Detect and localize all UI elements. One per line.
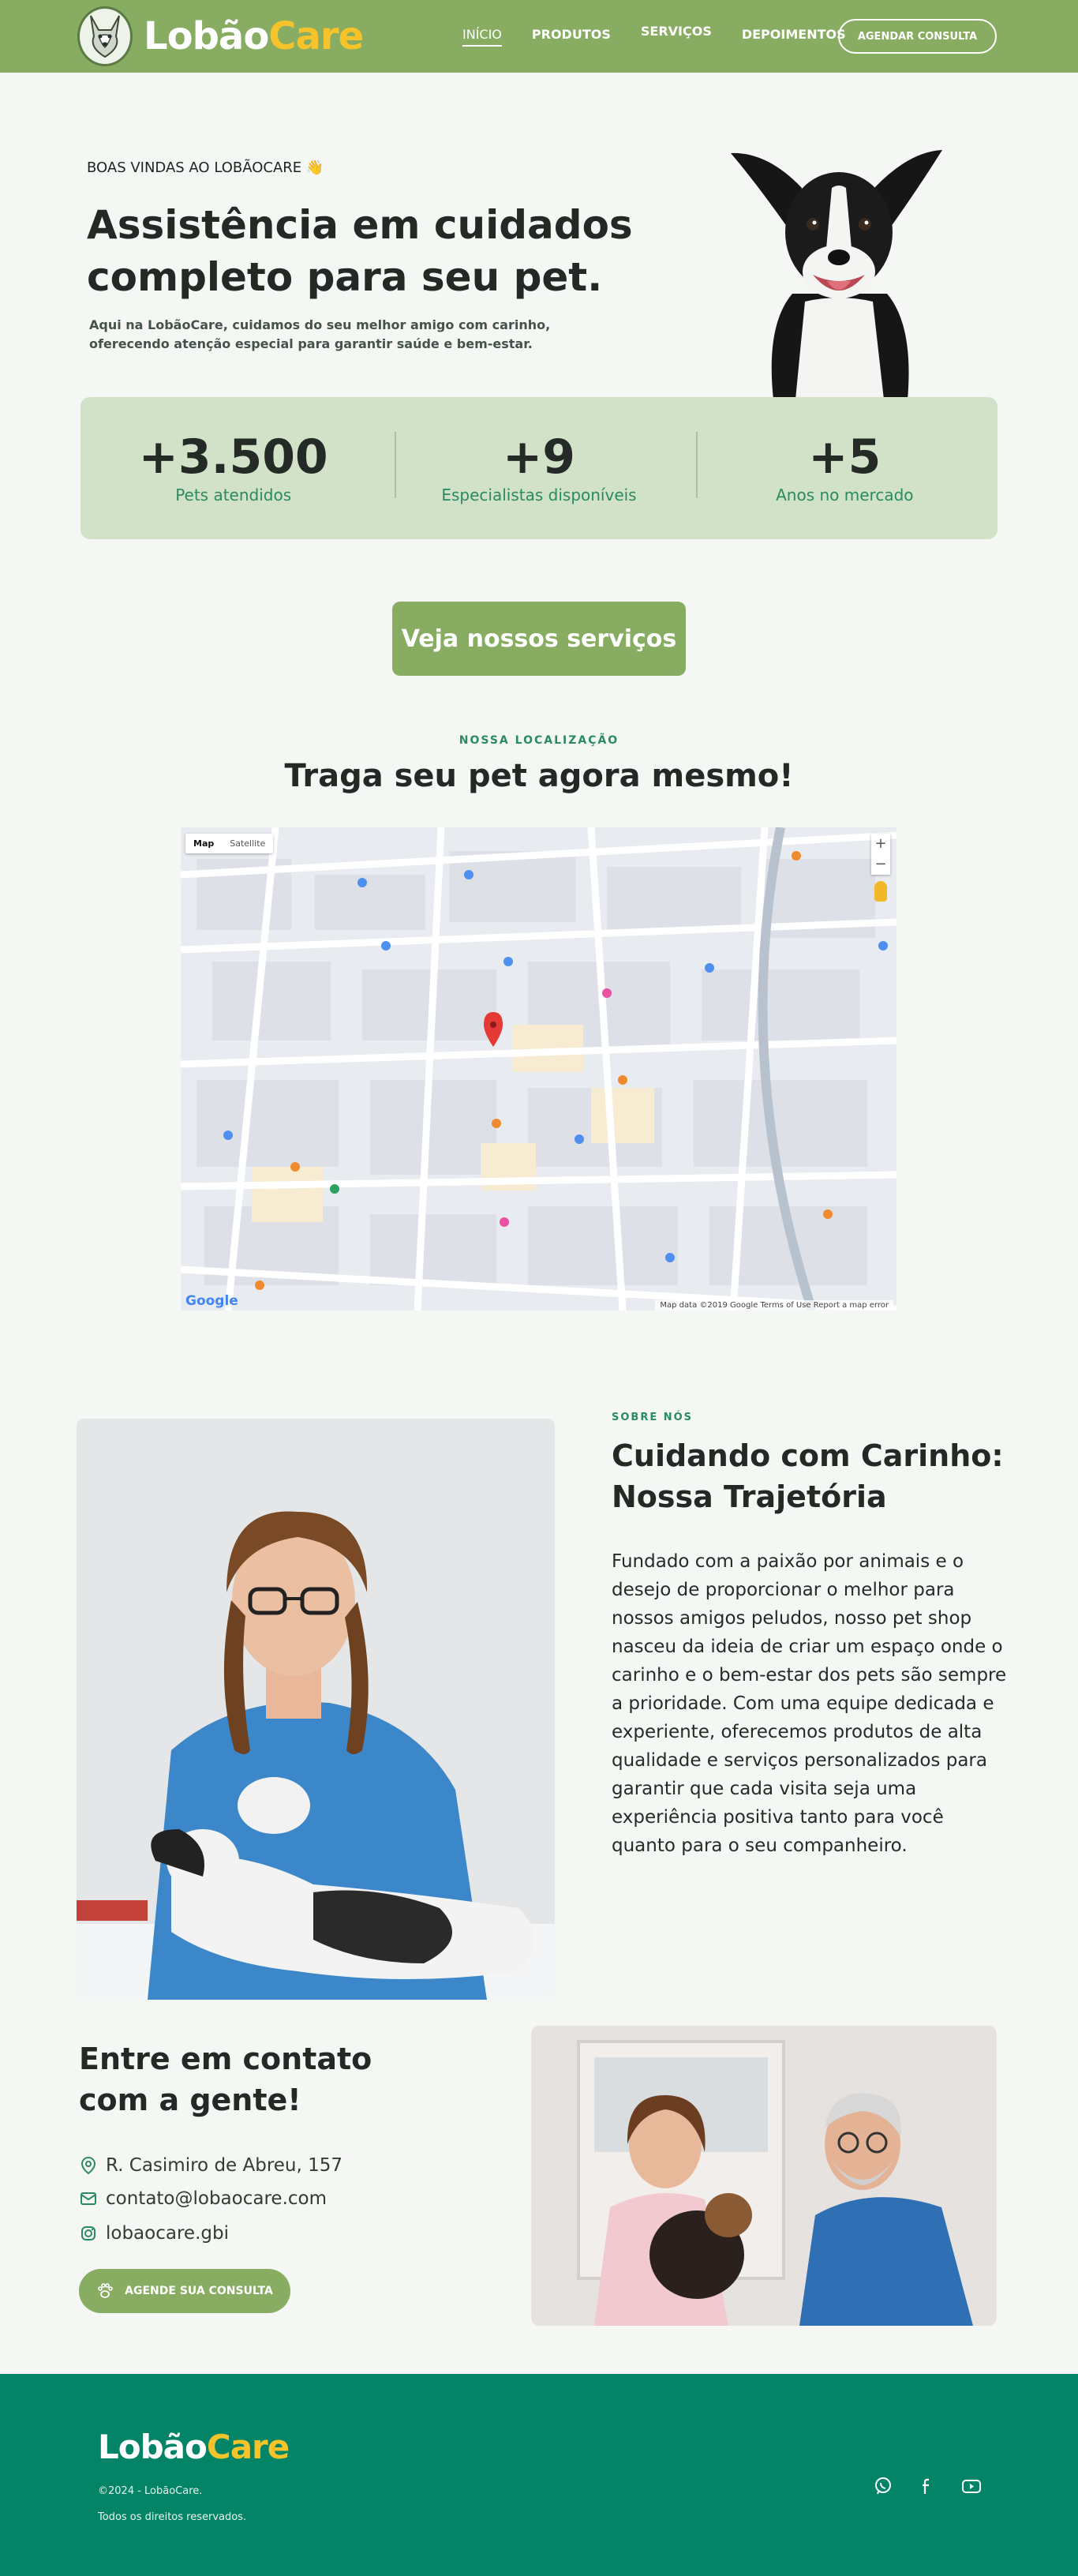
youtube-icon[interactable] [960,2475,983,2497]
schedule-appointment-button[interactable]: AGENDAR CONSULTA [838,19,997,54]
instagram-icon [79,2224,98,2243]
about-text: Fundado com a paixão por animais e o des… [612,1551,1007,1856]
stat-label: Anos no mercado [776,486,914,504]
contact-instagram[interactable]: lobaocare.gbi [79,2223,229,2244]
location-kicker: NOSSA LOCALIZAÇÃO [459,734,619,747]
brand-name-part1: Lobão [144,14,269,58]
contact-address-text: R. Casimiro de Abreu, 157 [106,2155,343,2176]
footer-copyright: ©2024 - LobãoCare. [98,2485,203,2497]
footer-brand-part1: Lobão [98,2428,208,2466]
book-appointment-button[interactable]: AGENDE SUA CONSULTA [79,2269,290,2313]
stat-value: +9 [502,429,575,485]
street-view-pegman-icon[interactable] [874,881,887,902]
nav-item-inicio[interactable]: INÍCIO [462,27,502,47]
paw-icon [96,2282,114,2300]
stat-specialists: +9 Especialistas disponíveis [386,397,691,539]
about-title: Cuidando com Carinho: Nossa Trajetória [612,1438,1004,1514]
about-vet-image [77,1419,555,2000]
location-map[interactable]: Map Satellite + − Google Map data ©2019 … [181,827,896,1310]
footer-brand-part2: Care [206,2428,290,2466]
footer-rights: Todos os direitos reservados. [98,2511,247,2523]
contact-address: R. Casimiro de Abreu, 157 [79,2155,342,2176]
contact-instagram-text[interactable]: lobaocare.gbi [106,2223,229,2244]
google-logo: Google [185,1293,238,1309]
contact-email[interactable]: contato@lobaocare.com [79,2188,327,2209]
site-header: LobãoCare INÍCIO PRODUTOS SERVIÇOS DEPOI… [0,0,1078,73]
stat-label: Pets atendidos [175,486,292,504]
zoom-in-button[interactable]: + [871,834,890,854]
whatsapp-icon[interactable] [872,2475,894,2497]
stat-pets: +3.500 Pets atendidos [80,397,386,539]
mail-icon [79,2189,98,2208]
hero-title: Assistência em cuidados completo para se… [87,202,633,300]
main-nav: INÍCIO PRODUTOS SERVIÇOS DEPOIMENTOS [462,24,876,47]
location-pin-icon [79,2156,98,2175]
contact-title: Entre em contato com a gente! [79,2042,372,2117]
brand-name-part2: Care [268,14,364,58]
brand-wordmark: LobãoCare [144,14,364,58]
hero-dog-image [720,139,958,399]
nav-item-depoimentos[interactable]: DEPOIMENTOS [742,27,846,47]
map-attribution: Map data ©2019 Google Terms of Use Repor… [655,1300,893,1310]
hero-subtitle: Aqui na LobãoCare, cuidamos do seu melho… [89,317,551,351]
stat-divider [395,432,396,498]
about-kicker: SOBRE NÓS [612,1412,694,1423]
view-services-button[interactable]: Veja nossos serviços [392,602,686,676]
footer-brand-logo[interactable]: LobãoCare [98,2428,290,2466]
contact-email-text[interactable]: contato@lobaocare.com [106,2188,327,2209]
hero-kicker: BOAS VINDAS AO LOBÃOCARE 👋 [87,159,324,176]
stat-value: +5 [808,429,881,485]
map-zoom-controls: + − [871,834,890,875]
stat-divider [696,432,698,498]
zoom-out-button[interactable]: − [871,854,890,875]
stats-panel: +3.500 Pets atendidos +9 Especialistas d… [80,397,998,539]
facebook-icon[interactable] [916,2475,938,2497]
map-tab-satellite[interactable]: Satellite [222,834,273,853]
map-tab-map[interactable]: Map [185,834,222,853]
map-type-switcher: Map Satellite [185,834,274,853]
nav-item-produtos[interactable]: PRODUTOS [532,27,611,47]
contact-vets-image [531,2026,997,2326]
wolf-mascot-icon [77,6,133,66]
location-title: Traga seu pet agora mesmo! [284,758,794,794]
stat-label: Especialistas disponíveis [441,486,637,504]
stat-years: +5 Anos no mercado [692,397,998,539]
brand-logo[interactable]: LobãoCare [77,6,364,66]
site-footer: LobãoCare ©2024 - LobãoCare. Todos os di… [0,2374,1078,2576]
footer-social-links [872,2475,1005,2497]
nav-item-servicos[interactable]: SERVIÇOS [641,24,712,47]
stat-value: +3.500 [138,429,328,485]
book-appointment-label: AGENDE SUA CONSULTA [125,2285,273,2297]
